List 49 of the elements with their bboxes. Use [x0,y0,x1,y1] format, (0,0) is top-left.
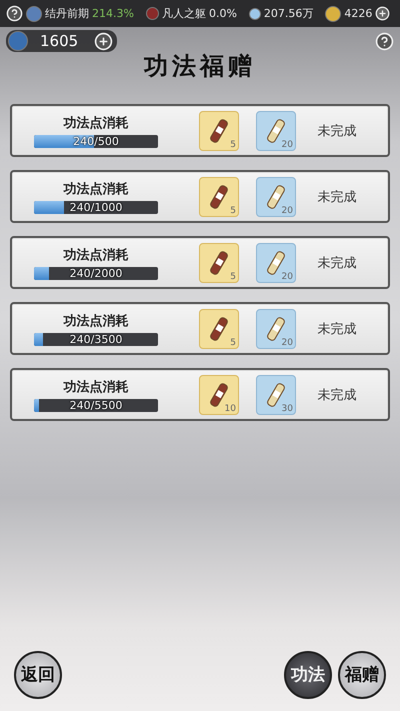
task-label: 功法点消耗 [64,312,128,330]
task-status: 未完成 [316,122,358,140]
reward-item[interactable]: 5 [199,110,239,150]
reward-item[interactable]: 20 [256,308,296,348]
body-text: 凡人之躯 [162,6,206,21]
reward-item[interactable]: 5 [199,242,239,282]
add-icon[interactable] [94,32,113,50]
realm-percent: 214.3% [92,7,134,20]
reward-count: 5 [230,272,236,282]
help-icon[interactable] [6,5,23,22]
reward-count: 20 [282,206,293,216]
progress-text: 240/3500 [68,332,124,346]
realm-text: 结丹前期 [45,6,89,21]
page-title: 功法福赠 [142,50,257,82]
task-label: 功法点消耗 [64,246,128,264]
reward-item[interactable]: 5 [199,308,239,348]
help-icon[interactable] [375,32,394,50]
reward-count: 5 [230,206,236,216]
reward-count: 20 [282,338,293,348]
reward-item[interactable]: 20 [256,176,296,216]
reward-item[interactable]: 20 [256,110,296,150]
coin-count: 4226 [344,7,372,20]
progress-text: 240/2000 [68,266,124,280]
points-value: 1605 [39,32,80,50]
body-percent: 0.0% [208,7,237,20]
reward-item[interactable]: 20 [256,242,296,282]
reward-item[interactable]: 30 [256,374,296,414]
task-status: 未完成 [316,188,358,206]
task-status: 未完成 [316,254,358,272]
reward-count: 5 [230,338,236,348]
task-label: 功法点消耗 [64,180,128,198]
reward-count: 10 [224,404,236,414]
reward-item[interactable]: 5 [199,176,239,216]
add-icon[interactable] [375,6,390,21]
spirit-stone-count: 207.56万 [264,6,314,21]
task-status: 未完成 [316,320,358,338]
progress-text: 240/1000 [68,200,124,214]
reward-item[interactable]: 10 [199,374,239,414]
progress-text: 240/5500 [68,398,124,412]
reward-count: 5 [230,140,236,150]
reward-count: 30 [282,404,293,414]
tab-button[interactable]: 功法 [284,651,332,699]
back-button[interactable]: 返回 [14,651,62,699]
task-label: 功法点消耗 [64,378,128,396]
task-status: 未完成 [316,386,358,404]
reward-count: 20 [282,272,293,282]
tab-button[interactable]: 福赠 [338,651,386,699]
reward-count: 20 [282,140,293,150]
task-label: 功法点消耗 [64,114,128,132]
